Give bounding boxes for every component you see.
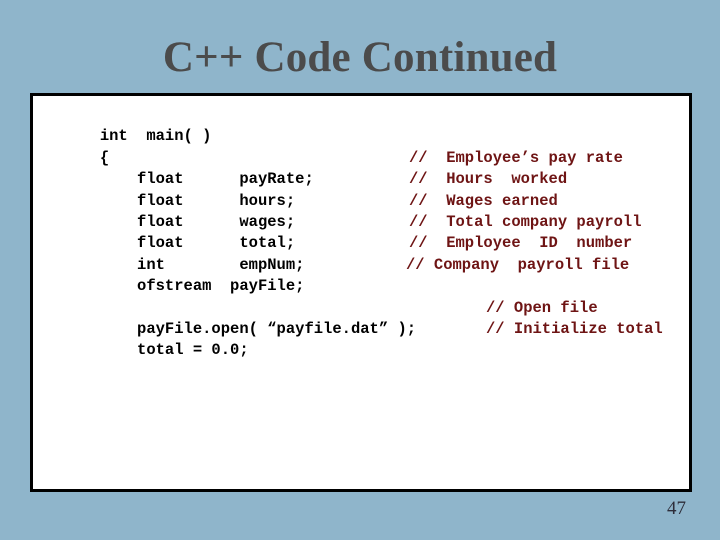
- code-comment: // Company payroll file: [406, 255, 630, 274]
- code-comment: // Employee ID number: [409, 234, 633, 253]
- code-panel: int main( ) { float payRate; // Employee…: [30, 93, 692, 492]
- code-line: payFile.open( “payfile.dat” ); // Open f…: [44, 298, 689, 338]
- code-comment: // Hours worked: [409, 170, 568, 189]
- code-line: float total; // Total company payroll: [44, 212, 689, 252]
- code-line: {: [44, 126, 689, 167]
- code-line: float wages; // Wages earned: [44, 191, 689, 231]
- code-comment: // Wages earned: [409, 191, 558, 210]
- code-comment: // Employee’s pay rate: [409, 148, 623, 167]
- page-number: 47: [667, 498, 686, 519]
- code-line: int empNum; // Employee ID number: [44, 233, 689, 273]
- code-comment: // Open file: [486, 298, 598, 317]
- code-line: ofstream payFile; // Company payroll fil…: [44, 255, 689, 295]
- code-line: int main( ): [44, 105, 689, 145]
- code-line: total = 0.0; // Initialize total: [44, 319, 689, 359]
- code-comment: // Initialize total: [486, 319, 663, 338]
- code-line: float payRate; // Employee’s pay rate: [44, 148, 689, 188]
- code-comment: // Total company payroll: [409, 212, 642, 231]
- code-listing: int main( ) { float payRate; // Employee…: [44, 105, 689, 489]
- code-text: ofstream payFile;: [99, 277, 305, 296]
- code-text: total = 0.0;: [99, 341, 249, 360]
- page-title: C++ Code Continued: [162, 34, 558, 81]
- code-line: float hours; // Hours worked: [44, 169, 689, 209]
